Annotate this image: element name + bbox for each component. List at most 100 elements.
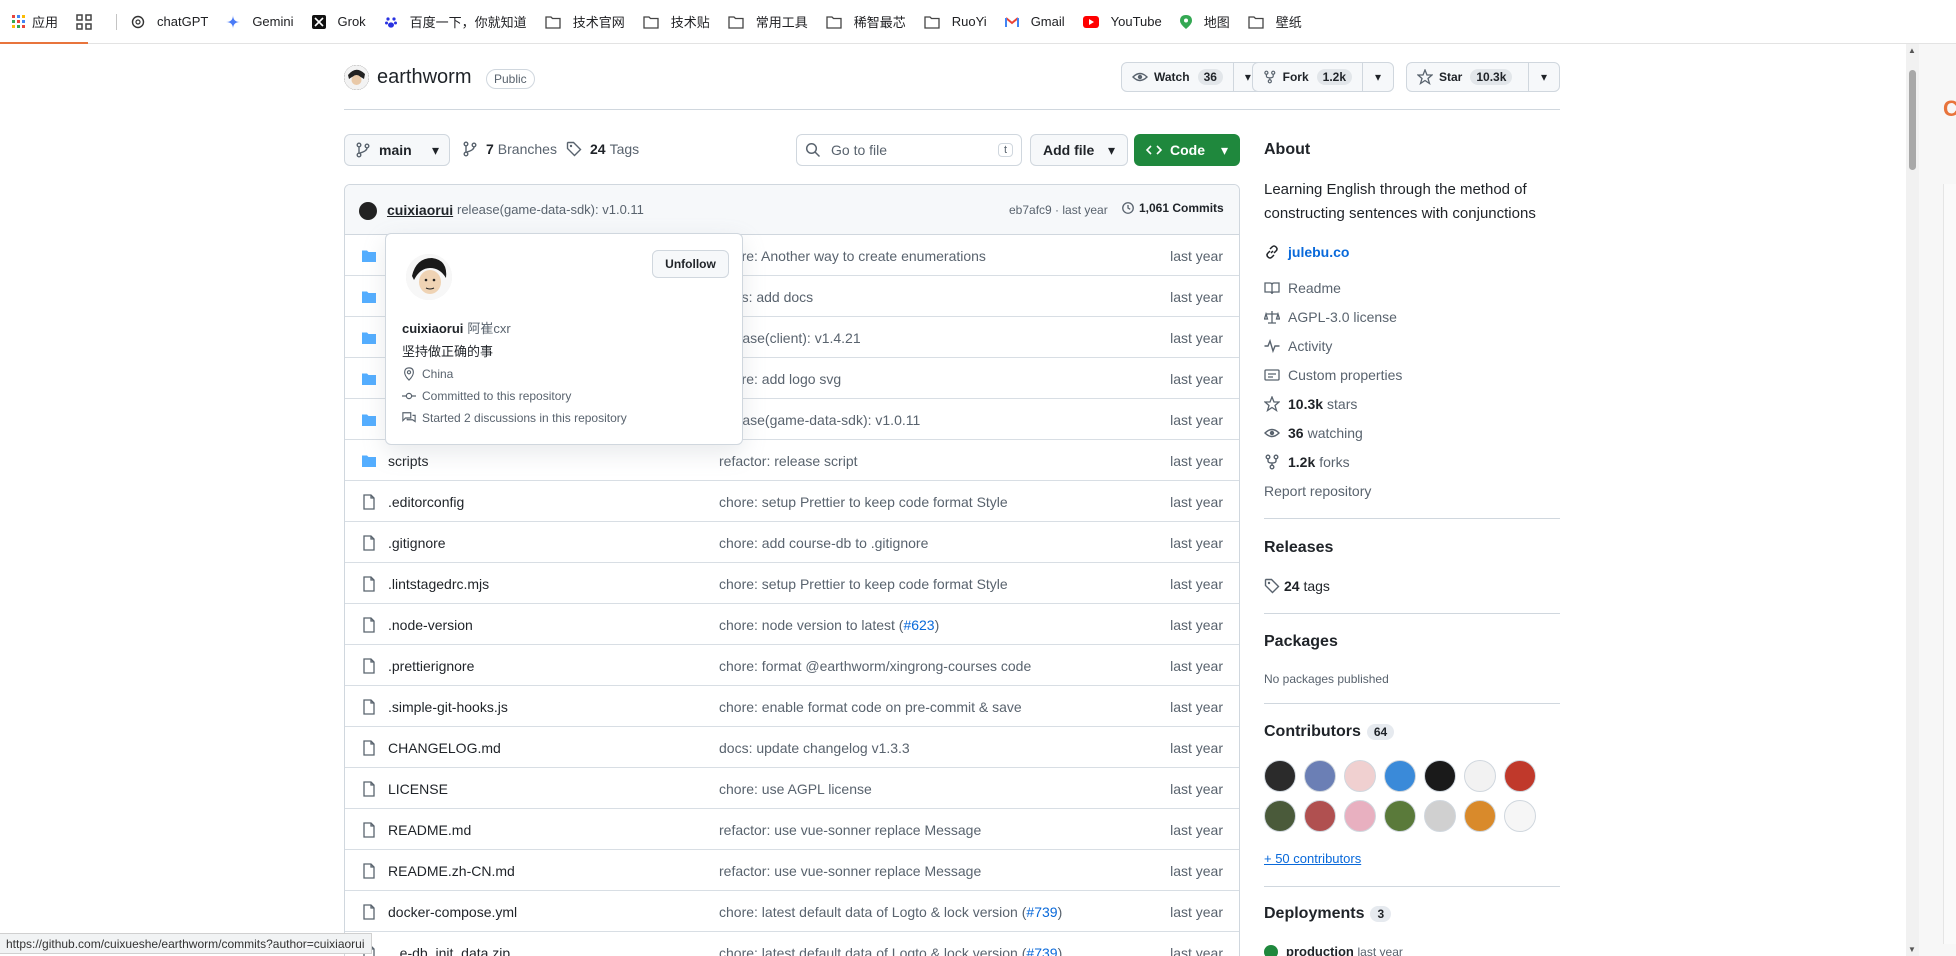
releases-title[interactable]: Releases [1264,539,1333,557]
contributor-avatar[interactable] [1384,800,1416,832]
file-commit-message[interactable]: docs: update changelog v1.3.3 [719,740,910,756]
activity-link[interactable]: Activity [1264,338,1332,354]
contributor-avatar[interactable] [1424,760,1456,792]
file-commit-message[interactable]: chore: latest default data of Logto & lo… [719,945,1062,956]
contributor-avatar[interactable] [1464,800,1496,832]
file-name-link[interactable]: .simple-git-hooks.js [388,699,508,715]
file-commit-message[interactable]: chore: use AGPL license [719,781,872,797]
file-name-link[interactable]: ...e-db_init_data.zip [388,945,510,956]
hovercard-login[interactable]: cuixiaorui [402,321,463,336]
contributor-avatar[interactable] [1504,800,1536,832]
file-row[interactable]: scripts refactor: release script last year [345,440,1239,481]
bookmark-6[interactable]: 常用工具 [728,12,808,31]
file-row[interactable]: .prettierignore chore: format @earthworm/… [345,645,1239,686]
side-panel-logo-icon[interactable]: C [1943,96,1956,122]
file-row[interactable]: CHANGELOG.md docs: update changelog v1.3.… [345,727,1239,768]
bookmark-12[interactable]: 壁纸 [1248,12,1302,31]
scroll-down-arrow-icon[interactable]: ▼ [1908,945,1916,954]
bookmark-5[interactable]: 技术贴 [643,12,710,31]
file-commit-message[interactable]: chore: setup Prettier to keep code forma… [719,576,1008,592]
unfollow-button[interactable]: Unfollow [652,250,729,278]
website-link[interactable]: julebu.co [1264,244,1349,260]
commit-author-link[interactable]: cuixiaorui [387,202,453,218]
file-row[interactable]: README.zh-CN.md refactor: use vue-sonner … [345,850,1239,891]
vertical-scrollbar[interactable]: ▲ ▼ [1906,44,1919,956]
contributor-avatar[interactable] [1464,760,1496,792]
pull-request-link[interactable]: #623 [903,617,934,633]
custom-properties-link[interactable]: Custom properties [1264,367,1402,383]
scroll-up-arrow-icon[interactable]: ▲ [1908,46,1916,55]
watching-link[interactable]: 36 watching [1264,425,1363,441]
file-commit-message[interactable]: chore: Another way to create enumeration… [719,248,986,264]
packages-title[interactable]: Packages [1264,633,1338,651]
commits-link[interactable]: 1,061 Commits [1121,201,1224,215]
file-name-link[interactable]: .gitignore [388,535,446,551]
file-name-link[interactable]: LICENSE [388,781,448,797]
file-row[interactable]: LICENSE chore: use AGPL license last year [345,768,1239,809]
file-name-link[interactable]: docker-compose.yml [388,904,517,920]
contributor-avatar[interactable] [1344,800,1376,832]
file-name-link[interactable]: README.md [388,822,471,838]
file-commit-message[interactable]: release(game-data-sdk): v1.0.11 [719,412,920,428]
contributor-avatar[interactable] [1304,800,1336,832]
branches-link[interactable]: 7 Branches [462,141,557,157]
go-to-file-input[interactable]: Go to file t [796,134,1022,166]
contributor-avatar[interactable] [1264,800,1296,832]
file-commit-message[interactable]: chore: add course-db to .gitignore [719,535,928,551]
file-commit-message[interactable]: refactor: use vue-sonner replace Message [719,822,981,838]
star-button[interactable]: Star 10.3k ▾ [1406,62,1560,92]
file-row[interactable]: .editorconfig chore: setup Prettier to ke… [345,481,1239,522]
file-row[interactable]: .gitignore chore: add course-db to .gitig… [345,522,1239,563]
contributor-avatar[interactable] [1424,800,1456,832]
deployments-header[interactable]: Deployments 3 [1264,905,1392,923]
file-row[interactable]: .simple-git-hooks.js chore: enable format… [345,686,1239,727]
file-name-link[interactable]: .lintstagedrc.mjs [388,576,489,592]
file-name-link[interactable]: README.zh-CN.md [388,863,515,879]
contributor-avatar[interactable] [1384,760,1416,792]
stars-link[interactable]: 10.3k stars [1264,396,1357,412]
bookmark-0[interactable]: chatGPT [131,14,208,29]
code-button[interactable]: Code ▾ [1134,134,1240,166]
hovercard-username[interactable]: cuixiaorui 阿崔cxr [402,318,511,337]
file-name-link[interactable]: .editorconfig [388,494,464,510]
bookmark-8[interactable]: RuoYi [924,14,987,29]
more-contributors-link[interactable]: + 50 contributors [1264,851,1361,866]
file-row[interactable]: docker-compose.yml chore: latest default … [345,891,1239,932]
file-row[interactable]: .node-version chore: node version to late… [345,604,1239,645]
file-commit-message[interactable]: chore: enable format code on pre-commit … [719,699,1022,715]
report-repository-link[interactable]: Report repository [1264,483,1371,499]
release-tags-link[interactable]: 24 tags [1264,578,1330,594]
contributor-avatar[interactable] [1264,760,1296,792]
commit-author-avatar[interactable] [359,202,377,220]
bookmark-1[interactable]: Gemini [226,14,294,29]
file-name-link[interactable]: scripts [388,453,428,469]
contributor-avatar[interactable] [1504,760,1536,792]
commit-sha-time[interactable]: eb7afc9 · last year [1009,203,1108,217]
file-commit-message[interactable]: chore: setup Prettier to keep code forma… [719,494,1008,510]
contributor-avatar[interactable] [1304,760,1336,792]
commit-message[interactable]: release(game-data-sdk): v1.0.11 [457,202,644,217]
fork-button[interactable]: Fork 1.2k ▾ [1252,62,1394,92]
contributors-header[interactable]: Contributors 64 [1264,723,1395,741]
license-link[interactable]: AGPL-3.0 license [1264,309,1397,325]
chevron-down-icon[interactable]: ▾ [1529,63,1559,91]
file-commit-message[interactable]: chore: format @earthworm/xingrong-course… [719,658,1031,674]
watch-button[interactable]: Watch 36 ▾ [1121,62,1263,92]
bookmark-11[interactable]: 地图 [1179,12,1230,31]
file-row[interactable]: ...e-db_init_data.zip chore: latest defau… [345,932,1239,956]
file-row[interactable]: README.md refactor: use vue-sonner replac… [345,809,1239,850]
pull-request-link[interactable]: #739 [1026,945,1057,956]
repo-name[interactable]: earthworm [377,66,471,89]
file-commit-message[interactable]: refactor: release script [719,453,858,469]
bookmark-10[interactable]: YouTube [1082,14,1162,29]
bookmark-3[interactable]: 百度一下，你就知道 [384,12,527,31]
file-row[interactable]: .lintstagedrc.mjs chore: setup Prettier t… [345,563,1239,604]
bookmark-4[interactable]: 技术官网 [545,12,625,31]
scrollbar-thumb[interactable] [1909,70,1916,170]
file-commit-message[interactable]: chore: latest default data of Logto & lo… [719,904,1062,920]
pull-request-link[interactable]: #739 [1026,904,1057,920]
forks-link[interactable]: 1.2k forks [1264,454,1350,470]
file-commit-message[interactable]: chore: node version to latest (#623) [719,617,939,633]
hovercard-avatar[interactable] [406,254,452,300]
bookmark-2[interactable]: Grok [311,14,366,29]
